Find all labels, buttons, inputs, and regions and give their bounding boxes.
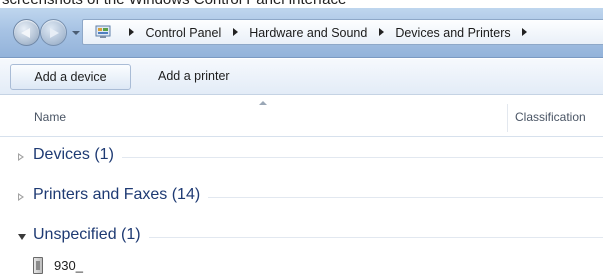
breadcrumb-item-devices-and-printers[interactable]: Devices and Printers [395, 26, 510, 40]
add-printer-button[interactable]: Add a printer [148, 64, 240, 90]
column-divider[interactable] [507, 104, 508, 132]
breadcrumb-path: Control Panel Hardware and Sound Devices… [121, 25, 535, 40]
control-panel-icon [95, 25, 111, 38]
back-arrow-icon [21, 28, 30, 38]
address-bar: Control Panel Hardware and Sound Devices… [0, 8, 603, 58]
device-icon [33, 257, 43, 274]
group-unspecified[interactable]: Unspecified (1) [0, 223, 603, 253]
column-headers: Name Classification [0, 96, 603, 137]
add-device-button[interactable]: Add a device [10, 64, 131, 90]
breadcrumb-item-control-panel[interactable]: Control Panel [145, 26, 221, 40]
breadcrumb-arrow-icon[interactable] [378, 28, 384, 37]
column-header-classification[interactable]: Classification [515, 110, 586, 124]
forward-arrow-icon [50, 28, 59, 38]
group-label-printers-and-faxes[interactable]: Printers and Faxes (14) [33, 186, 209, 204]
command-bar: Add a device Add a printer [0, 59, 603, 95]
group-label-devices[interactable]: Devices (1) [33, 146, 122, 164]
breadcrumb-arrow-icon[interactable] [522, 28, 528, 37]
sort-ascending-icon [259, 101, 267, 105]
expand-arrow-icon[interactable] [18, 193, 24, 201]
group-label-unspecified[interactable]: Unspecified (1) [33, 226, 149, 244]
top-caption-strip: screenshots of the Windows Control Panel… [0, 0, 603, 8]
forward-button[interactable] [40, 19, 67, 46]
device-item-930[interactable]: 930_ [30, 256, 150, 276]
column-header-name[interactable]: Name [34, 110, 66, 124]
group-printers-and-faxes[interactable]: Printers and Faxes (14) [0, 183, 603, 213]
collapse-arrow-icon[interactable] [18, 234, 26, 240]
breadcrumb-arrow-icon[interactable] [129, 28, 134, 37]
top-caption-text: screenshots of the Windows Control Panel… [2, 0, 346, 8]
breadcrumb-arrow-icon[interactable] [232, 28, 238, 37]
expand-arrow-icon[interactable] [18, 153, 24, 161]
group-devices[interactable]: Devices (1) [0, 143, 603, 173]
breadcrumb[interactable]: Control Panel Hardware and Sound Devices… [82, 19, 603, 45]
device-label[interactable]: 930_ [54, 258, 83, 273]
recent-pages-dropdown-icon[interactable] [72, 31, 80, 35]
back-button[interactable] [13, 19, 40, 46]
breadcrumb-item-hardware-and-sound[interactable]: Hardware and Sound [249, 26, 367, 40]
